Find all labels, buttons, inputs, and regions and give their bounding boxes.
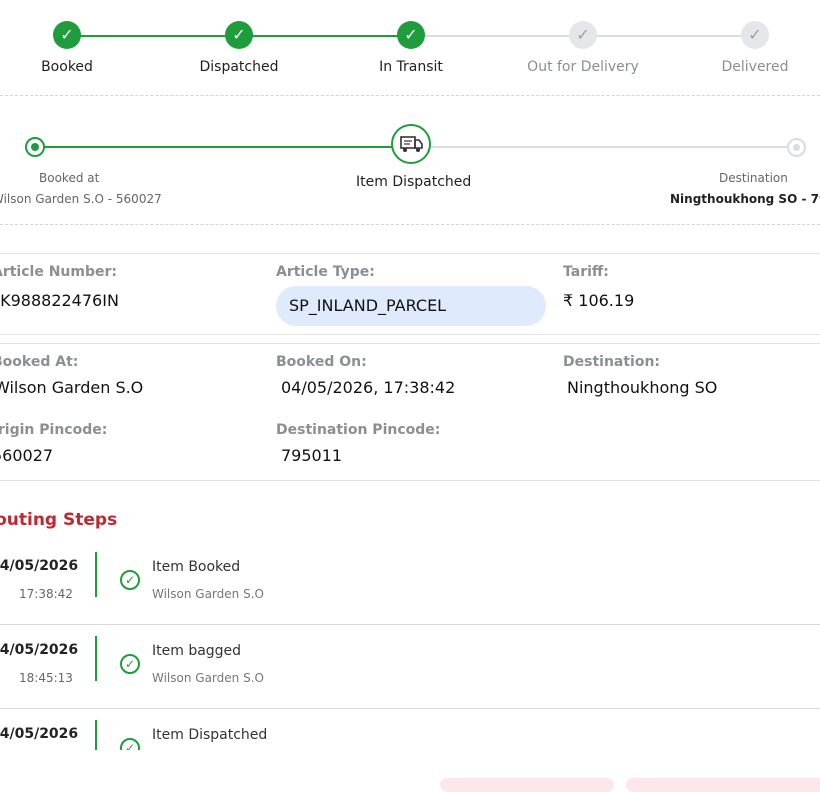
destination-label: Destination: xyxy=(563,354,661,370)
routing-step-event: Item Booked xyxy=(152,559,241,575)
routing-step-office: Wilson Garden S.O xyxy=(152,587,264,601)
article-number-label: Article Number: xyxy=(0,264,117,280)
stepper-connector xyxy=(67,35,239,37)
step-label-booked: Booked xyxy=(41,59,93,75)
step-dispatched-check-icon: ✓ xyxy=(225,21,253,49)
destination-name: Ningthoukhong SO - 795011 xyxy=(670,192,820,206)
routing-step-event: Item bagged xyxy=(152,643,242,659)
destination-pincode-label: Destination Pincode: xyxy=(276,422,441,438)
timeline-line xyxy=(95,720,97,750)
origin-dot-icon xyxy=(25,137,45,157)
delivery-truck-icon xyxy=(391,124,431,164)
routing-step-office: Wilson Garden S.O xyxy=(152,671,264,685)
action-button[interactable] xyxy=(626,778,820,792)
booked-on-value: 04/05/2026, 17:38:42 xyxy=(281,378,456,397)
origin-caption: Booked at xyxy=(39,171,100,185)
divider xyxy=(0,624,820,625)
article-number-value: EK988822476IN xyxy=(0,291,119,310)
step-label-dispatched: Dispatched xyxy=(199,59,279,75)
timeline-line xyxy=(95,552,97,597)
check-circle-icon-clip: ✓ xyxy=(118,736,142,750)
divider xyxy=(0,708,820,709)
divider xyxy=(0,224,820,225)
step-delivered-check-icon: ✓ xyxy=(741,21,769,49)
current-status-label: Item Dispatched xyxy=(356,174,472,190)
routing-step-time: 17:38:42 xyxy=(19,587,73,601)
tariff-label: Tariff: xyxy=(563,264,609,280)
route-remaining-line xyxy=(411,146,796,148)
destination-dot-icon xyxy=(787,138,806,157)
divider xyxy=(0,343,820,344)
origin-pincode-value: 560027 xyxy=(0,446,54,465)
step-out-for-delivery-check-icon: ✓ xyxy=(569,21,597,49)
divider xyxy=(0,334,820,335)
routing-step-date: 04/05/2026 xyxy=(0,642,79,658)
origin-pincode-label: Origin Pincode: xyxy=(0,422,108,438)
route-progress-line xyxy=(35,146,411,148)
divider xyxy=(0,253,820,254)
origin-name: Wilson Garden S.O - 560027 xyxy=(0,192,162,206)
action-button[interactable] xyxy=(440,778,614,792)
routing-step-date: 04/05/2026 xyxy=(0,726,79,742)
check-circle-icon: ✓ xyxy=(120,654,140,674)
step-label-out-for-delivery: Out for Delivery xyxy=(527,59,639,75)
stepper-connector xyxy=(583,35,755,37)
divider xyxy=(0,480,820,481)
step-label-delivered: Delivered xyxy=(721,59,789,75)
routing-steps-title: Routing Steps xyxy=(0,510,118,530)
check-circle-icon: ✓ xyxy=(120,570,140,590)
stepper-connector xyxy=(239,35,411,37)
booked-at-label: Booked At: xyxy=(0,354,79,370)
article-type-label: Article Type: xyxy=(276,264,375,280)
routing-step-date: 04/05/2026 xyxy=(0,558,79,574)
tariff-value: ₹ 106.19 xyxy=(563,291,635,310)
step-in-transit-check-icon: ✓ xyxy=(397,21,425,49)
stepper-connector xyxy=(411,35,583,37)
check-circle-icon: ✓ xyxy=(120,738,140,750)
destination-pincode-value: 795011 xyxy=(281,446,343,465)
routing-step-event: Item Dispatched xyxy=(152,727,268,743)
booked-at-value: Wilson Garden S.O xyxy=(0,378,144,397)
timeline-line xyxy=(95,636,97,681)
destination-value: Ningthoukhong SO xyxy=(567,378,718,397)
step-booked-check-icon: ✓ xyxy=(53,21,81,49)
divider xyxy=(0,95,820,96)
booked-on-label: Booked On: xyxy=(276,354,367,370)
destination-caption: Destination xyxy=(719,171,788,185)
article-type-value: SP_INLAND_PARCEL xyxy=(289,296,447,315)
routing-step-time: 18:45:13 xyxy=(19,671,73,685)
step-label-in-transit: In Transit xyxy=(379,59,443,75)
